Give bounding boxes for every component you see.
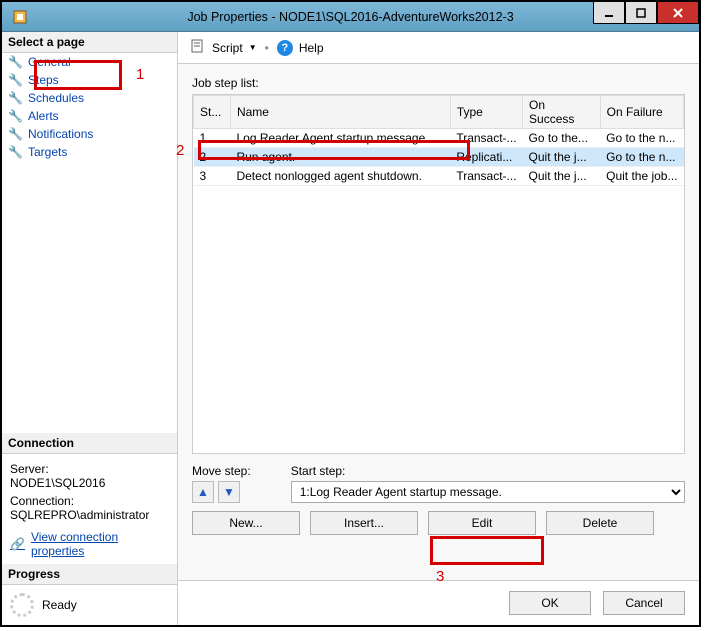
script-icon: [190, 38, 206, 57]
view-connection-properties-link[interactable]: 🔗 View connection properties: [10, 530, 169, 558]
help-icon: ?: [277, 40, 293, 56]
cancel-button[interactable]: Cancel: [603, 591, 685, 615]
wrench-icon: 🔧: [8, 73, 22, 87]
connection-icon: 🔗: [10, 537, 25, 551]
table-row[interactable]: 2 Run agent. Replicati... Quit the j... …: [194, 148, 684, 167]
app-icon: [12, 9, 28, 25]
progress-spinner-icon: [10, 593, 34, 617]
toolbar: Script ▼ • ? Help: [178, 32, 699, 64]
job-step-list-label: Job step list:: [192, 76, 685, 90]
cell-failure: Go to the n...: [600, 129, 683, 148]
titlebar: Job Properties - NODE1\SQL2016-Adventure…: [2, 2, 699, 32]
wrench-icon: 🔧: [8, 109, 22, 123]
column-header-st[interactable]: St...: [194, 96, 231, 129]
script-dropdown-icon[interactable]: ▼: [249, 43, 257, 52]
cell-type: Replicati...: [450, 148, 522, 167]
page-label: Steps: [28, 73, 59, 87]
page-label: Notifications: [28, 127, 93, 141]
connection-panel: Server: NODE1\SQL2016 Connection: SQLREP…: [2, 454, 177, 564]
page-item-alerts[interactable]: 🔧 Alerts: [2, 107, 177, 125]
table-row[interactable]: 3 Detect nonlogged agent shutdown. Trans…: [194, 167, 684, 186]
connection-header: Connection: [2, 433, 177, 454]
column-header-on-failure[interactable]: On Failure: [600, 96, 683, 129]
progress-header: Progress: [2, 564, 177, 585]
cell-type: Transact-...: [450, 129, 522, 148]
column-header-type[interactable]: Type: [450, 96, 522, 129]
cell-type: Transact-...: [450, 167, 522, 186]
main-panel: Script ▼ • ? Help Job step list: St...: [178, 32, 699, 625]
cell-name: Run agent.: [230, 148, 450, 167]
insert-button[interactable]: Insert...: [310, 511, 418, 535]
minimize-button[interactable]: [593, 2, 625, 24]
arrow-up-icon: ▲: [197, 485, 209, 499]
page-label: Alerts: [28, 109, 59, 123]
move-step-label: Move step:: [192, 464, 251, 478]
move-up-button[interactable]: ▲: [192, 481, 214, 503]
cell-failure: Go to the n...: [600, 148, 683, 167]
wrench-icon: 🔧: [8, 145, 22, 159]
edit-button[interactable]: Edit: [428, 511, 536, 535]
page-item-steps[interactable]: 🔧 Steps: [2, 71, 177, 89]
progress-panel: Ready: [2, 585, 177, 625]
script-button[interactable]: Script: [212, 41, 243, 55]
page-list: 🔧 General 🔧 Steps 🔧 Schedules 🔧 Alerts 🔧 Noti…: [2, 53, 177, 161]
wrench-icon: 🔧: [8, 91, 22, 105]
new-button[interactable]: New...: [192, 511, 300, 535]
delete-button[interactable]: Delete: [546, 511, 654, 535]
page-item-general[interactable]: 🔧 General: [2, 53, 177, 71]
server-label: Server:: [10, 462, 169, 476]
connection-value: SQLREPRO\administrator: [10, 508, 169, 522]
move-down-button[interactable]: ▼: [218, 481, 240, 503]
page-label: General: [28, 55, 71, 69]
help-button[interactable]: Help: [299, 41, 324, 55]
cell-failure: Quit the job...: [600, 167, 683, 186]
close-button[interactable]: [657, 2, 699, 24]
cell-name: Log Reader Agent startup message.: [230, 129, 450, 148]
wrench-icon: 🔧: [8, 55, 22, 69]
cell-st: 2: [194, 148, 231, 167]
cell-success: Quit the j...: [523, 167, 601, 186]
window-title: Job Properties - NODE1\SQL2016-Adventure…: [187, 10, 513, 24]
page-label: Schedules: [28, 91, 84, 105]
ok-button[interactable]: OK: [509, 591, 591, 615]
select-page-header: Select a page: [2, 32, 177, 53]
page-item-targets[interactable]: 🔧 Targets: [2, 143, 177, 161]
dialog-button-row: OK Cancel: [178, 580, 699, 625]
job-step-list[interactable]: St... Name Type On Success On Failure 1 …: [192, 94, 685, 454]
table-row[interactable]: 1 Log Reader Agent startup message. Tran…: [194, 129, 684, 148]
progress-status: Ready: [42, 598, 77, 612]
start-step-select[interactable]: 1:Log Reader Agent startup message.: [291, 481, 685, 503]
maximize-button[interactable]: [625, 2, 657, 24]
server-value: NODE1\SQL2016: [10, 476, 169, 490]
column-header-on-success[interactable]: On Success: [523, 96, 601, 129]
view-connection-label: View connection properties: [31, 530, 169, 558]
cell-st: 1: [194, 129, 231, 148]
cell-st: 3: [194, 167, 231, 186]
start-step-label: Start step:: [291, 464, 685, 478]
wrench-icon: 🔧: [8, 127, 22, 141]
page-item-schedules[interactable]: 🔧 Schedules: [2, 89, 177, 107]
page-item-notifications[interactable]: 🔧 Notifications: [2, 125, 177, 143]
cell-success: Quit the j...: [523, 148, 601, 167]
toolbar-separator: •: [265, 41, 269, 55]
sidebar: Select a page 🔧 General 🔧 Steps 🔧 Schedules…: [2, 32, 178, 625]
cell-name: Detect nonlogged agent shutdown.: [230, 167, 450, 186]
cell-success: Go to the...: [523, 129, 601, 148]
page-label: Targets: [28, 145, 67, 159]
connection-label: Connection:: [10, 494, 169, 508]
arrow-down-icon: ▼: [223, 485, 235, 499]
column-header-name[interactable]: Name: [230, 96, 450, 129]
